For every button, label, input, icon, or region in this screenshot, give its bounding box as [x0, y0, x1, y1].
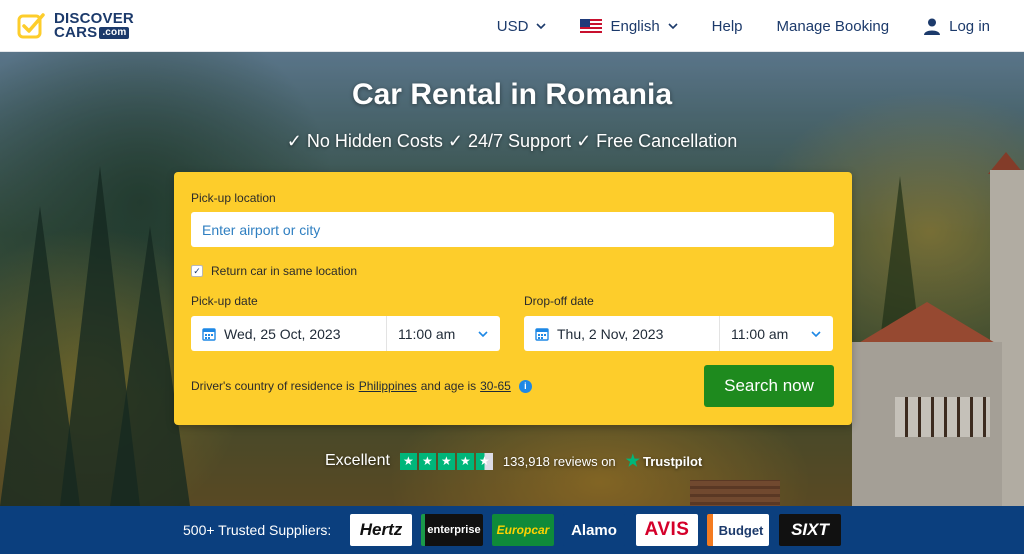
logo-line2-row: CARS .com: [54, 24, 134, 41]
reviews-count: 133,918 reviews on: [502, 453, 616, 469]
logo-com: .com: [99, 27, 130, 39]
suppliers-bar: 500+ Trusted Suppliers: Hertz enterprise…: [0, 506, 1024, 554]
pickup-datetime-field: Wed, 25 Oct, 2023 11:00 am: [191, 316, 500, 351]
calendar-icon: [202, 327, 216, 341]
supplier-logo-alamo: Alamo: [563, 514, 625, 546]
trustpilot-rating[interactable]: Excellent ★ ★ ★ ★ ★ 133,918 reviews on ★…: [325, 451, 702, 471]
dropoff-time-select[interactable]: 11:00 am: [720, 316, 833, 351]
logo-line2: CARS: [54, 24, 98, 41]
manage-booking-link[interactable]: Manage Booking: [777, 18, 890, 35]
search-form: Pick-up location ✓ Return car in same lo…: [174, 172, 852, 425]
login-label: Log in: [949, 17, 990, 35]
language-selector[interactable]: English: [580, 17, 678, 35]
page-title: Car Rental in Romania: [351, 78, 673, 111]
suppliers-label: 500+ Trusted Suppliers:: [183, 522, 332, 538]
pickup-time-select[interactable]: 11:00 am: [387, 316, 500, 351]
language-label: English: [610, 17, 660, 35]
pickup-date-picker[interactable]: Wed, 25 Oct, 2023: [191, 316, 387, 351]
trustpilot-logo: ★ Trustpilot: [626, 451, 703, 471]
supplier-logo-europcar: Europcar: [492, 514, 554, 546]
hero-benefits: ✓ No Hidden Costs ✓ 24/7 Support ✓ Free …: [286, 131, 738, 151]
supplier-name: Budget: [718, 522, 764, 538]
half-star-icon: ★: [475, 452, 493, 470]
dropoff-date-label: Drop-off date: [524, 294, 594, 308]
discovercars-logo[interactable]: DISCOVER CARS .com: [16, 11, 134, 41]
dropoff-date-value: Thu, 2 Nov, 2023: [557, 325, 664, 342]
star-icon: ★: [437, 452, 455, 470]
chevron-down-icon: [478, 330, 488, 337]
dropoff-date-picker[interactable]: Thu, 2 Nov, 2023: [524, 316, 720, 351]
supplier-name: AVIS: [644, 519, 690, 540]
header-nav: USD English Help Manage Booking Log in: [497, 0, 990, 52]
pickup-location-label: Pick-up location: [191, 191, 276, 205]
chevron-down-icon: [811, 330, 821, 337]
return-same-location-checkbox[interactable]: ✓: [191, 265, 203, 277]
search-now-button[interactable]: Search now: [704, 365, 834, 407]
pickup-location-input[interactable]: [191, 212, 834, 247]
rating-stars: ★ ★ ★ ★ ★: [399, 452, 493, 470]
currency-label: USD: [496, 17, 529, 35]
pickup-date-value: Wed, 25 Oct, 2023: [224, 325, 341, 342]
manage-booking-label: Manage Booking: [776, 17, 890, 35]
age-prefix: and age is: [420, 379, 477, 393]
star-icon: ★: [399, 452, 417, 470]
chevron-down-icon: [536, 23, 547, 30]
pickup-time-value: 11:00 am: [398, 325, 456, 342]
pickup-date-label: Pick-up date: [191, 294, 258, 308]
chevron-down-icon: [668, 23, 678, 30]
supplier-name: Alamo: [571, 521, 617, 539]
supplier-name: Europcar: [496, 523, 550, 537]
supplier-logo-avis: AVIS: [636, 514, 698, 546]
rating-word: Excellent: [325, 452, 390, 469]
currency-selector[interactable]: USD: [497, 18, 547, 35]
star-icon: ★: [418, 452, 436, 470]
residence-country-link[interactable]: Philippines: [359, 379, 417, 393]
trustpilot-brand: Trustpilot: [643, 453, 703, 469]
star-icon: ★: [456, 452, 474, 470]
us-flag-icon: [580, 19, 603, 33]
help-link[interactable]: Help: [712, 18, 743, 35]
logo-check-icon: [17, 13, 45, 39]
supplier-name: enterprise: [427, 524, 481, 536]
driver-residence-info: Driver's country of residence is Philipp…: [191, 379, 532, 393]
logo-wordmark: DISCOVER CARS .com: [54, 11, 134, 41]
info-icon[interactable]: i: [518, 379, 532, 393]
supplier-logo-sixt: SIXT: [779, 514, 841, 546]
top-header: DISCOVER CARS .com USD English Help Mana…: [0, 0, 1024, 52]
supplier-name: SIXT: [791, 520, 829, 539]
supplier-name: Hertz: [359, 520, 403, 539]
age-range-link[interactable]: 30-65: [480, 379, 511, 393]
residence-prefix: Driver's country of residence is: [191, 379, 355, 393]
dropoff-time-value: 11:00 am: [731, 325, 789, 342]
help-label: Help: [711, 17, 743, 35]
supplier-logo-enterprise: enterprise: [421, 514, 483, 546]
return-same-location-label: Return car in same location: [211, 264, 358, 278]
trustpilot-star-icon: ★: [625, 453, 641, 470]
calendar-icon: [535, 327, 549, 341]
return-same-location-row[interactable]: ✓ Return car in same location: [191, 264, 357, 278]
user-icon: [924, 18, 941, 35]
supplier-logo-budget: Budget: [707, 514, 769, 546]
dropoff-datetime-field: Thu, 2 Nov, 2023 11:00 am: [524, 316, 833, 351]
login-button[interactable]: Log in: [923, 17, 990, 35]
supplier-logo-hertz: Hertz: [350, 514, 412, 546]
